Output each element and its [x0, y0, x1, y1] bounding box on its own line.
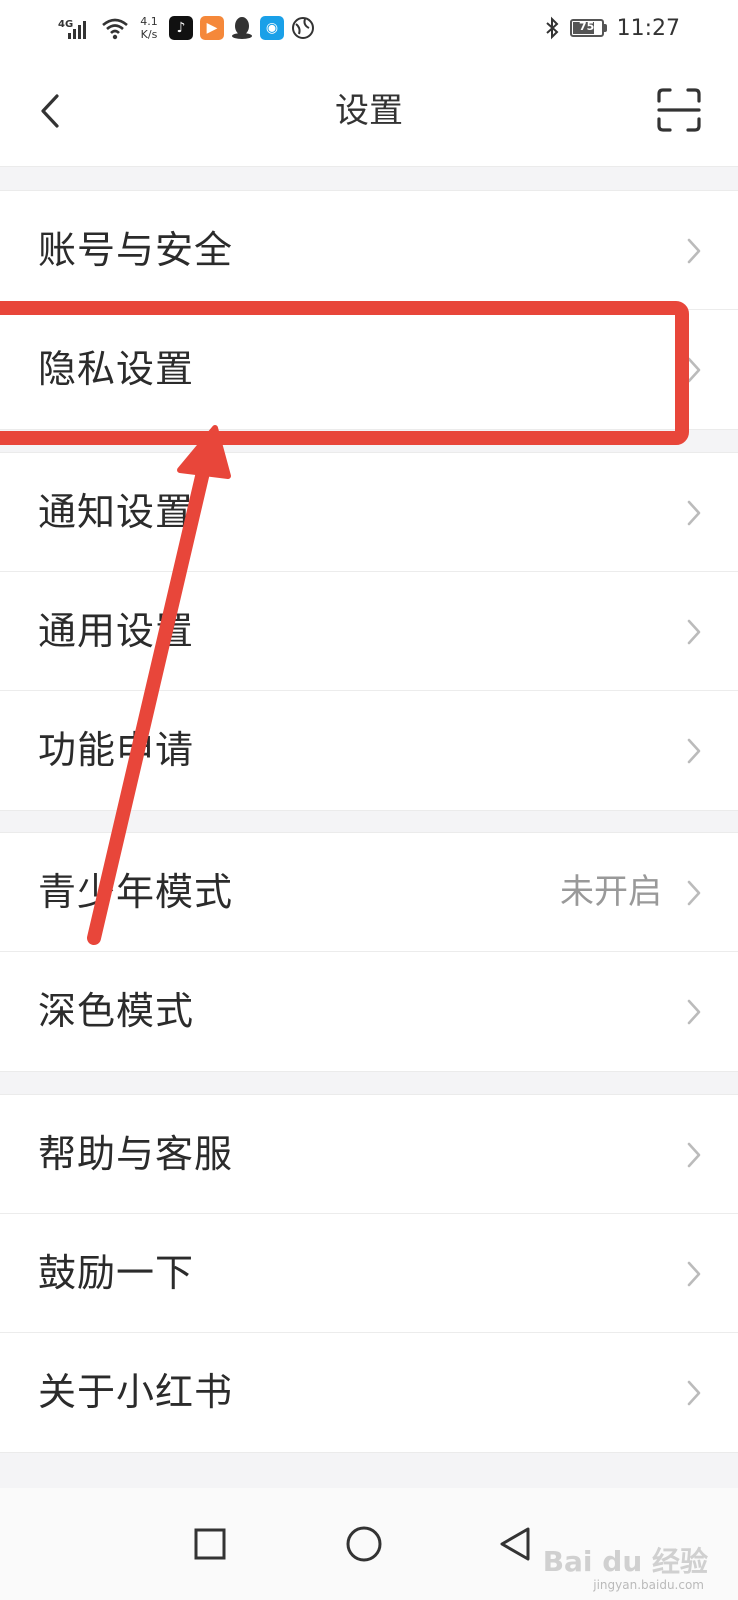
settings-group-about: 帮助与客服 鼓励一下 关于小红书: [0, 1094, 738, 1453]
settings-group-general: 通知设置 通用设置 功能申请: [0, 452, 738, 811]
item-label: 鼓励一下: [38, 1251, 195, 1295]
page-title: 设置: [335, 91, 403, 131]
home-button[interactable]: [344, 1524, 384, 1564]
item-label: 账号与安全: [38, 228, 234, 272]
item-label: 关于小红书: [38, 1370, 234, 1414]
chevron-right-icon: [687, 1261, 701, 1287]
settings-group-account: 账号与安全 隐私设置: [0, 190, 738, 430]
cellular-signal-icon: 4G: [58, 15, 94, 41]
settings-item-about[interactable]: 关于小红书: [0, 1333, 738, 1452]
chevron-right-icon: [687, 738, 701, 764]
item-label: 通知设置: [38, 490, 195, 534]
nav-bar: 设置: [0, 55, 738, 167]
bluetooth-icon: [545, 16, 559, 40]
chevron-right-icon: [687, 500, 701, 526]
speed-unit: K/s: [140, 28, 158, 41]
chevron-right-icon: [687, 238, 701, 264]
settings-item-general[interactable]: 通用设置: [0, 572, 738, 691]
item-label: 深色模式: [38, 989, 195, 1033]
watermark-url: jingyan.baidu.com: [593, 1578, 704, 1592]
recent-apps-button[interactable]: [190, 1524, 230, 1564]
qq-icon: [232, 17, 252, 39]
clock: 11:27: [616, 15, 680, 41]
globe-icon: [292, 17, 314, 39]
settings-item-encourage[interactable]: 鼓励一下: [0, 1214, 738, 1333]
video-player-icon: ▶: [200, 16, 224, 40]
wifi-icon: [102, 18, 128, 40]
back-nav-button[interactable]: [496, 1524, 536, 1564]
item-label: 青少年模式: [38, 870, 234, 914]
chevron-right-icon: [687, 1380, 701, 1406]
settings-item-help[interactable]: 帮助与客服: [0, 1095, 738, 1214]
settings-item-account-security[interactable]: 账号与安全: [0, 191, 738, 310]
battery-icon: 75: [569, 19, 607, 37]
settings-item-feature-request[interactable]: 功能申请: [0, 691, 738, 810]
settings-item-privacy[interactable]: 隐私设置: [0, 310, 738, 429]
item-label: 隐私设置: [38, 347, 195, 391]
watermark-logo: Bai du 经验: [542, 1545, 708, 1578]
chevron-right-icon: [687, 880, 701, 906]
item-value: 未开启: [560, 872, 662, 912]
network-speed: 4.1 K/s: [136, 15, 162, 41]
lightbulb-app-icon: ◉: [260, 16, 284, 40]
status-bar: 4G 4.1 K/s ♪ ▶ ◉ 75 11:27: [0, 0, 738, 55]
battery-level: 75: [578, 20, 595, 33]
speed-value: 4.1: [140, 15, 158, 28]
settings-item-teen-mode[interactable]: 青少年模式 未开启: [0, 833, 738, 952]
scan-icon[interactable]: [656, 87, 702, 133]
chevron-right-icon: [687, 1142, 701, 1168]
item-label: 通用设置: [38, 609, 195, 653]
chevron-right-icon: [687, 357, 701, 383]
item-label: 帮助与客服: [38, 1132, 234, 1176]
settings-item-notifications[interactable]: 通知设置: [0, 453, 738, 572]
chevron-right-icon: [687, 619, 701, 645]
settings-group-modes: 青少年模式 未开启 深色模式: [0, 832, 738, 1072]
tiktok-icon: ♪: [169, 16, 193, 40]
chevron-right-icon: [687, 999, 701, 1025]
settings-item-dark-mode[interactable]: 深色模式: [0, 952, 738, 1071]
item-label: 功能申请: [38, 728, 195, 772]
